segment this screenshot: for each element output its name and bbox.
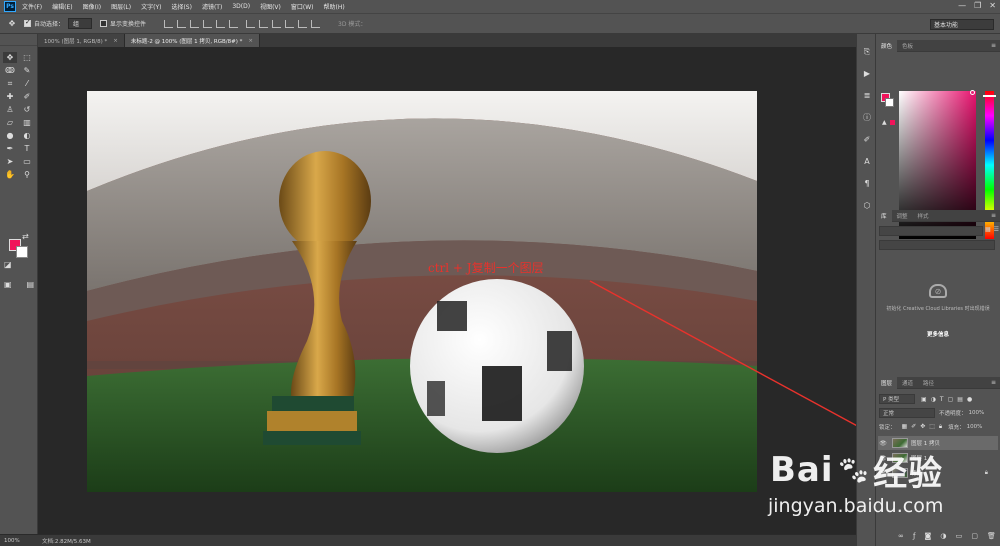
properties-icon[interactable]: ≣ [861, 90, 873, 101]
layers-panel-tabs: 图层 通道 路径 ≡ [876, 376, 1000, 389]
layer-mask-icon[interactable]: ◙ [925, 532, 932, 540]
tab-swatches[interactable]: 色板 [897, 40, 918, 52]
link-layers-icon[interactable]: ∞ [898, 532, 904, 540]
libraries-panel-tabs: 库 调整 样式 ≡ [876, 209, 1000, 222]
adjustment-layer-icon[interactable]: ◑ [940, 532, 946, 540]
tab-libraries[interactable]: 库 [876, 209, 892, 222]
lock-position-icon[interactable]: ✥ [920, 423, 925, 431]
history-icon[interactable]: ⎘ [861, 46, 873, 57]
baidu-paw-icon: 🐾︎ [835, 453, 872, 487]
layer-style-icon[interactable]: ƒ [913, 532, 915, 540]
blend-opacity-row: 正常 不透明度： 100% [879, 408, 984, 418]
status-bar: 100% 文档:2.82M/5.63M [0, 534, 856, 546]
character-icon[interactable]: A [861, 156, 873, 167]
opacity-label: 不透明度： [939, 411, 967, 417]
color-panel-tabs: 颜色 色板 ≡ [876, 39, 1000, 52]
layer-filter-select[interactable]: P 类型 [879, 394, 915, 404]
actions-icon[interactable]: ▶ [861, 68, 873, 79]
new-group-icon[interactable]: ▭ [956, 532, 963, 540]
tab-color[interactable]: 颜色 [876, 39, 898, 52]
libraries-error-message: 初始化 Creative Cloud Libraries 时出现错误 [886, 306, 990, 312]
list-view-icon[interactable]: ☰ [994, 226, 999, 233]
zoom-level[interactable]: 100% [0, 538, 34, 544]
lock-icons: ▦ ✐ ✥ ⬚ 🔒︎ [902, 423, 943, 431]
panel-menu-icon[interactable]: ≡ [991, 212, 996, 219]
blend-mode-select[interactable]: 正常 [879, 408, 935, 418]
lock-transparent-icon[interactable]: ▦ [902, 423, 908, 431]
layer-action-buttons: ∞ ƒ ◙ ◑ ▭ ▢ 🗑︎ [898, 532, 996, 540]
new-layer-icon[interactable]: ▢ [971, 532, 978, 540]
tab-paths[interactable]: 路径 [918, 377, 939, 389]
more-info-link[interactable]: 更多信息 [876, 330, 1000, 338]
filter-type-icon[interactable]: T [940, 396, 944, 403]
filter-smart-icon[interactable]: ▤ [957, 396, 963, 403]
baidu-watermark: Bai 🐾︎ 经验 [770, 440, 1000, 500]
delete-layer-icon[interactable]: 🗑︎ [987, 532, 996, 540]
filter-shape-icon[interactable]: ▢ [948, 396, 954, 403]
tab-layers[interactable]: 图层 [876, 376, 898, 389]
color-picker-marker[interactable] [970, 90, 975, 95]
color-panel-background[interactable] [885, 98, 894, 107]
opacity-value[interactable]: 100% [969, 410, 985, 416]
panel-menu-icon[interactable]: ≡ [991, 379, 996, 386]
filter-pixel-icon[interactable]: ▣ [921, 396, 927, 403]
paragraph-icon[interactable]: ¶ [861, 178, 873, 189]
lock-all-icon[interactable]: 🔒︎ [939, 423, 942, 431]
gamut-swatch[interactable] [890, 120, 895, 125]
hue-slider-handle[interactable] [983, 95, 996, 97]
document-size[interactable]: 文档:2.82M/5.63M [42, 537, 91, 545]
fill-label: 填充： [948, 425, 965, 431]
tab-adjustments[interactable]: 调整 [892, 210, 913, 222]
library-select[interactable] [879, 226, 983, 236]
fill-value[interactable]: 100% [967, 424, 983, 430]
layer-filter-row: P 类型 ▣ ◑ T ▢ ▤ ● [879, 394, 972, 404]
watermark-brand-right: 经验 [873, 453, 944, 494]
panel-menu-icon[interactable]: ≡ [991, 42, 996, 49]
creative-cloud-error-icon: ⊘ [929, 284, 947, 298]
lock-artboard-icon[interactable]: ⬚ [929, 423, 935, 431]
lock-fill-row: 锁定： ▦ ✐ ✥ ⬚ 🔒︎ 填充： 100% [879, 422, 982, 432]
3d-icon[interactable]: ⬡ [861, 200, 873, 211]
filter-icons: ▣ ◑ T ▢ ▤ ● [921, 396, 972, 403]
filter-toggle-icon[interactable]: ● [967, 396, 972, 403]
lock-label: 锁定： [879, 425, 896, 431]
tab-channels[interactable]: 通道 [897, 377, 918, 389]
gamut-warning-icon[interactable]: ▲ [882, 119, 887, 126]
info-icon[interactable]: ⓘ [861, 112, 873, 123]
annotation-text: ctrl + J复制一个图层 [428, 261, 544, 275]
brush-settings-icon[interactable]: ✐ [861, 134, 873, 145]
library-search-input[interactable] [879, 240, 995, 250]
watermark-brand-left: Bai [770, 450, 834, 490]
library-view-buttons: ▦ ☰ [985, 226, 999, 233]
watermark-url: jingyan.baidu.com [768, 495, 944, 517]
filter-adjustment-icon[interactable]: ◑ [931, 396, 936, 403]
lock-image-icon[interactable]: ✐ [911, 423, 916, 431]
grid-view-icon[interactable]: ▦ [985, 226, 991, 233]
tab-styles[interactable]: 样式 [913, 210, 934, 222]
